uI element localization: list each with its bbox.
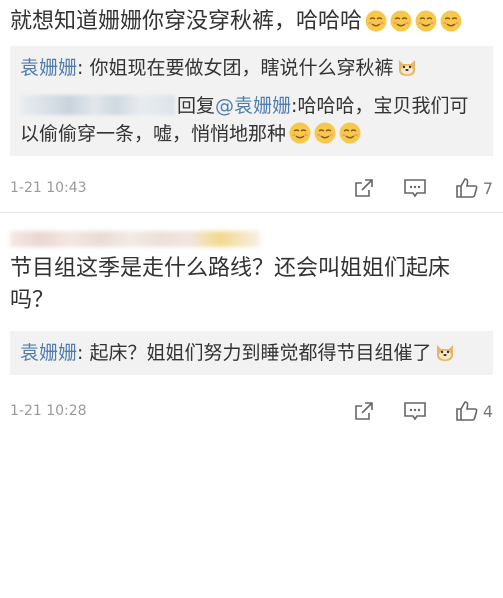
reply-item: 袁姗姗: 起床？姐姐们努力到睡觉都得节目组催了: [20, 339, 483, 367]
smirk-emoji-icon: [339, 122, 361, 144]
comment-icon: [404, 402, 426, 421]
comment-button[interactable]: [403, 400, 427, 422]
smirk-emoji-icon: [289, 122, 311, 144]
like-count: 4: [482, 401, 493, 421]
reply-item: 回复@袁姗姗:哈哈哈，宝贝我们可以偷偷穿一条，嘘，悄悄地那种: [20, 95, 469, 145]
blurred-commenter-header: [10, 231, 260, 247]
comment-timestamp: 1-21 10:43: [10, 180, 87, 196]
comment-button[interactable]: [403, 177, 427, 199]
reply-text: 起床？姐姐们努力到睡觉都得节目组催了: [89, 342, 432, 364]
smirk-emoji-icon: [314, 122, 336, 144]
comment-text: 就想知道姗姗你穿没穿秋裤，哈哈哈: [0, 6, 503, 38]
repost-icon: [355, 179, 373, 197]
comment-text: 节目组这季是走什么路线？还会叫姐姐们起床吗？: [10, 256, 451, 313]
repost-button[interactable]: [353, 177, 375, 199]
comment-meta-bar: 1-21 10:43 7: [0, 168, 503, 208]
reply-item: 袁姗姗: 你姐现在要做女团，瞎说什么穿秋裤: [20, 54, 483, 82]
comment-meta-bar: 1-21 10:28 4: [0, 391, 503, 431]
like-count: 7: [482, 178, 493, 198]
smirk-emoji-icon: [390, 10, 412, 32]
reply-username-link[interactable]: 袁姗姗: [20, 342, 77, 364]
comment-divider: [0, 212, 503, 213]
smirk-emoji-icon: [440, 10, 462, 32]
repost-button[interactable]: [353, 400, 375, 422]
comment-item: 节目组这季是走什么路线？还会叫姐姐们起床吗？ 袁姗姗: 起床？姐姐们努力到睡觉都…: [0, 231, 503, 431]
smirk-emoji-icon: [415, 10, 437, 32]
comment-icon: [404, 179, 426, 198]
doge-emoji-icon: [396, 56, 418, 78]
like-icon: [456, 178, 478, 198]
comment-item: 就想知道姗姗你穿没穿秋裤，哈哈哈 袁姗姗: 你姐现在要做女团，瞎说什么穿秋裤 回…: [0, 0, 503, 213]
comment-timestamp: 1-21 10:28: [10, 403, 87, 419]
reply-username-link[interactable]: 袁姗姗: [20, 57, 77, 79]
reply-box: 袁姗姗: 起床？姐姐们努力到睡觉都得节目组催了: [10, 331, 493, 375]
like-button[interactable]: 7: [455, 177, 493, 199]
blurred-username: [20, 95, 175, 115]
smirk-emoji-icon: [365, 10, 387, 32]
reply-text: 你姐现在要做女团，瞎说什么穿秋裤: [89, 57, 394, 79]
like-button[interactable]: 4: [455, 400, 493, 422]
mention-link[interactable]: @袁姗姗: [215, 95, 291, 117]
reply-box: 袁姗姗: 你姐现在要做女团，瞎说什么穿秋裤 回复@袁姗姗:哈哈哈，宝贝我们可以偷…: [10, 46, 493, 156]
like-icon: [456, 401, 478, 421]
doge-emoji-icon: [434, 341, 456, 363]
repost-icon: [355, 402, 373, 420]
